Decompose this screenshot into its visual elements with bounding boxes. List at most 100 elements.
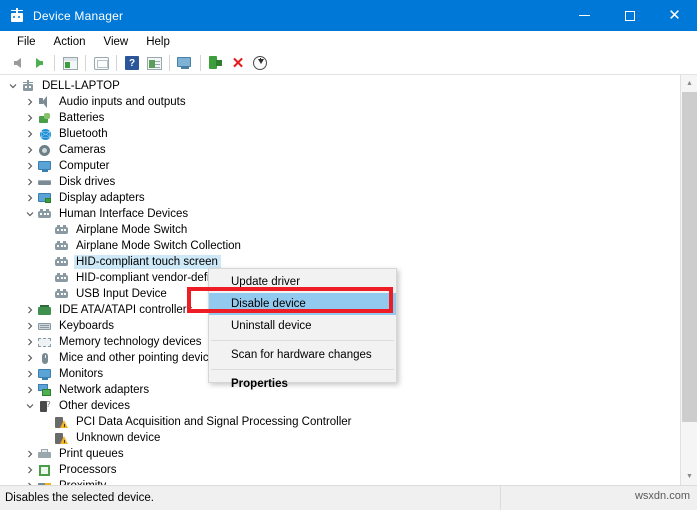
help-icon[interactable]: ? [121, 53, 143, 74]
scan-hardware-changes-icon[interactable] [249, 53, 271, 74]
chevron-right-icon[interactable] [23, 191, 37, 205]
tree-item[interactable]: Unknown device [0, 430, 680, 446]
tree-item-label: Cameras [59, 144, 106, 156]
close-button[interactable]: ✕ [652, 0, 697, 31]
chevron-right-icon[interactable] [23, 303, 37, 317]
status-bar: Disables the selected device. wsxdn.com [0, 485, 697, 510]
context-menu-item[interactable]: Disable device [209, 293, 396, 315]
chevron-right-icon[interactable] [23, 319, 37, 333]
menu-file[interactable]: File [8, 34, 45, 50]
tree-item-label: Display adapters [59, 192, 145, 204]
tree-item-label: Disk drives [59, 176, 116, 188]
device-manager-window: Device Manager ✕ File Action View Help ? [0, 0, 697, 510]
tree-item-label: Audio inputs and outputs [59, 96, 186, 108]
tree-item-label: Mice and other pointing devices [59, 352, 221, 364]
hid-icon [54, 287, 70, 301]
tree-item[interactable]: Disk drives [0, 174, 680, 190]
chevron-right-icon[interactable] [23, 111, 37, 125]
menu-view[interactable]: View [95, 34, 138, 50]
chevron-right-icon[interactable] [23, 447, 37, 461]
properties-window-icon[interactable] [90, 53, 112, 74]
tree-item[interactable]: Bluetooth [0, 126, 680, 143]
maximize-button[interactable] [607, 0, 652, 31]
scroll-down-arrow-icon[interactable]: ▼ [681, 468, 697, 485]
keyboard-icon [37, 319, 53, 333]
disk-drive-icon [37, 175, 53, 189]
context-menu[interactable]: Update driver Disable device Uninstall dev… [208, 268, 397, 390]
chevron-right-icon[interactable] [23, 127, 37, 141]
chevron-right-icon[interactable] [23, 143, 37, 157]
tree-item[interactable]: Processors [0, 462, 680, 478]
minimize-button[interactable] [562, 0, 607, 31]
context-menu-separator [211, 369, 394, 370]
scrollbar-thumb[interactable] [682, 92, 697, 422]
chevron-right-icon[interactable] [23, 351, 37, 365]
context-menu-item[interactable]: Properties [209, 373, 396, 395]
warning-device-icon [54, 415, 70, 429]
tree-item-label: IDE ATA/ATAPI controllers [59, 304, 193, 316]
vertical-scrollbar[interactable]: ▲ ▼ [680, 75, 697, 485]
toolbar-separator [200, 55, 201, 71]
tree-item[interactable]: Print queues [0, 446, 680, 462]
chevron-down-icon[interactable] [23, 399, 37, 413]
forward-arrow-icon[interactable] [28, 53, 50, 74]
show-hidden-devices-icon[interactable] [59, 53, 81, 74]
display-adapter-icon [37, 191, 53, 205]
tree-item[interactable]: Batteries [0, 110, 680, 126]
mouse-icon [37, 351, 53, 365]
tree-item[interactable]: Cameras [0, 142, 680, 158]
tree-item[interactable]: Audio inputs and outputs [0, 94, 680, 110]
device-manager-icon [9, 7, 25, 24]
tree-item-label: Unknown device [76, 432, 161, 444]
chevron-right-icon[interactable] [23, 463, 37, 477]
chevron-right-icon[interactable] [23, 95, 37, 109]
chevron-right-icon[interactable] [23, 367, 37, 381]
tree-item[interactable]: ? Other devices [0, 398, 680, 414]
tree-item[interactable]: Computer [0, 158, 680, 174]
toolbar-separator [85, 55, 86, 71]
tree-item-label: HID-compliant touch screen [74, 255, 221, 269]
chevron-right-icon[interactable] [23, 335, 37, 349]
tree-item-label: Monitors [59, 368, 104, 380]
print-queue-icon [37, 447, 53, 461]
tree-item[interactable]: Airplane Mode Switch [0, 222, 680, 238]
chevron-right-icon[interactable] [23, 159, 37, 173]
other-device-icon: ? [37, 399, 53, 413]
chevron-down-icon[interactable] [23, 207, 37, 221]
menu-action[interactable]: Action [45, 34, 95, 50]
context-menu-separator [211, 340, 394, 341]
chevron-down-icon[interactable] [6, 79, 20, 93]
device-properties-icon[interactable] [143, 53, 165, 74]
camera-icon [37, 143, 53, 157]
context-menu-item[interactable]: Update driver [209, 271, 396, 293]
tree-item[interactable]: Airplane Mode Switch Collection [0, 238, 680, 254]
tree-item-label: USB Input Device [76, 288, 167, 300]
tree-item[interactable]: PCI Data Acquisition and Signal Processi… [0, 414, 680, 430]
tree-item-label: Computer [59, 160, 110, 172]
processor-icon [37, 463, 53, 477]
uninstall-device-icon[interactable]: ✕ [227, 53, 249, 74]
menu-help[interactable]: Help [137, 34, 179, 50]
computer-root-icon [20, 79, 36, 93]
tree-item-label: Memory technology devices [59, 336, 202, 348]
context-menu-item[interactable]: Scan for hardware changes [209, 344, 396, 366]
toolbar-separator [54, 55, 55, 71]
tree-root-item[interactable]: DELL-LAPTOP [0, 78, 680, 94]
console-icon[interactable] [174, 53, 196, 74]
hid-icon [37, 207, 53, 221]
back-arrow-icon[interactable] [6, 53, 28, 74]
monitor-icon [37, 367, 53, 381]
chevron-right-icon[interactable] [23, 383, 37, 397]
context-menu-item[interactable]: Uninstall device [209, 315, 396, 337]
tree-item-label: PCI Data Acquisition and Signal Processi… [76, 416, 352, 428]
chevron-right-icon[interactable] [23, 175, 37, 189]
tree-item-label: Keyboards [59, 320, 114, 332]
tree-item[interactable]: Human Interface Devices [0, 206, 680, 222]
tree-item[interactable]: Proximity [0, 478, 680, 485]
tree-item[interactable]: Display adapters [0, 190, 680, 206]
update-driver-icon[interactable] [205, 53, 227, 74]
scroll-up-arrow-icon[interactable]: ▲ [681, 75, 697, 92]
hid-icon [54, 255, 70, 269]
